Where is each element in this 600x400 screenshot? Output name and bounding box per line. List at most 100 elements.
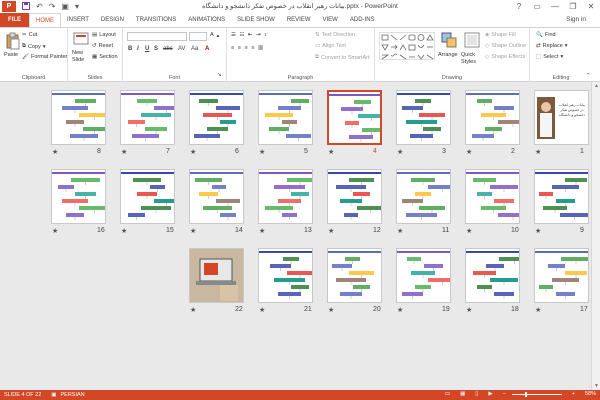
slide-thumbnail-9[interactable]: [534, 169, 589, 224]
replace-button[interactable]: ⇄ Replace ▾: [536, 43, 568, 49]
zoom-slider-knob[interactable]: [524, 391, 527, 397]
slide-thumbnail-21[interactable]: [258, 248, 313, 303]
animation-star-icon[interactable]: ★: [535, 148, 541, 156]
bullets-icon[interactable]: ☰ ☷ ⇤ ⇥ ↕: [231, 32, 268, 38]
animation-star-icon[interactable]: ★: [121, 148, 127, 156]
change-case-button[interactable]: Aa: [191, 45, 198, 53]
shapes-gallery[interactable]: [379, 32, 435, 60]
convert-smartart-button[interactable]: ⧉ Convert to SmartArt: [315, 54, 370, 61]
animation-star-icon[interactable]: ★: [466, 227, 472, 235]
help-button[interactable]: ?: [510, 0, 528, 12]
slide-thumbnail-7[interactable]: [120, 90, 175, 145]
tab-insert[interactable]: INSERT: [61, 13, 95, 27]
animation-star-icon[interactable]: ★: [535, 306, 541, 314]
tab-design[interactable]: DESIGN: [95, 13, 130, 27]
strikethrough-button[interactable]: abc: [163, 45, 173, 53]
zoom-slider[interactable]: [511, 391, 562, 397]
animation-star-icon[interactable]: ★: [259, 148, 265, 156]
animation-star-icon[interactable]: ★: [328, 148, 334, 156]
slide-thumbnail-12[interactable]: [327, 169, 382, 224]
layout-button[interactable]: ▤ Layout: [92, 32, 116, 38]
animation-star-icon[interactable]: ★: [259, 227, 265, 235]
reset-button[interactable]: ↺ Reset: [92, 43, 113, 49]
select-button[interactable]: ⬚ Select ▾: [536, 54, 563, 60]
animation-star-icon[interactable]: ★: [397, 227, 403, 235]
ribbon-display-options-icon[interactable]: ▭: [528, 0, 546, 12]
animation-star-icon[interactable]: ★: [190, 148, 196, 156]
align-text-button[interactable]: ▭ Align Text: [315, 43, 346, 49]
slide-thumbnail-18[interactable]: [465, 248, 520, 303]
bold-button[interactable]: B: [128, 45, 132, 53]
slide-thumbnail-15[interactable]: [120, 169, 175, 224]
quick-styles-icon[interactable]: [464, 32, 480, 48]
shadow-button[interactable]: S: [154, 45, 158, 53]
cut-button[interactable]: ✂ Cut: [22, 32, 37, 38]
vertical-scrollbar[interactable]: ▲ ▼: [591, 82, 600, 390]
normal-view-icon[interactable]: ▭: [445, 391, 450, 397]
slide-thumbnail-5[interactable]: [258, 90, 313, 145]
tab-transitions[interactable]: TRANSITIONS: [130, 13, 182, 27]
animation-star-icon[interactable]: ★: [190, 306, 196, 314]
text-direction-button[interactable]: ⇅ Text Direction: [315, 32, 355, 38]
zoom-level[interactable]: 58%: [585, 391, 596, 397]
animation-star-icon[interactable]: ★: [328, 227, 334, 235]
animation-star-icon[interactable]: ★: [397, 306, 403, 314]
animation-star-icon[interactable]: ★: [121, 227, 127, 235]
tab-add-ins[interactable]: ADD-INS: [344, 13, 381, 27]
animation-star-icon[interactable]: ★: [52, 227, 58, 235]
tab-slide-show[interactable]: SLIDE SHOW: [231, 13, 281, 27]
animation-star-icon[interactable]: ★: [466, 148, 472, 156]
slide-thumbnail-11[interactable]: [396, 169, 451, 224]
grow-font-icon[interactable]: A ▲: [210, 32, 220, 38]
italic-button[interactable]: I: [137, 45, 139, 53]
slide-thumbnail-6[interactable]: [189, 90, 244, 145]
scroll-up-icon[interactable]: ▲: [592, 82, 600, 90]
slide-thumbnail-14[interactable]: [189, 169, 244, 224]
slide-thumbnail-4[interactable]: [327, 90, 382, 145]
animation-star-icon[interactable]: ★: [466, 306, 472, 314]
minimize-button[interactable]: —: [546, 0, 564, 12]
copy-button[interactable]: ⧉ Copy ▾: [22, 43, 46, 50]
slide-thumbnail-16[interactable]: [51, 169, 106, 224]
shape-outline-button[interactable]: ◇ Shape Outline: [485, 43, 526, 49]
slide-thumbnail-2[interactable]: [465, 90, 520, 145]
slide-thumbnail-22[interactable]: [189, 248, 244, 303]
slide-show-icon[interactable]: ▶: [488, 391, 492, 397]
language-status[interactable]: PERSIAN: [61, 392, 85, 398]
section-button[interactable]: ▦ Section: [92, 54, 118, 60]
find-button[interactable]: 🔍 Find: [536, 32, 556, 38]
font-size-input[interactable]: [189, 32, 207, 41]
animation-star-icon[interactable]: ★: [52, 148, 58, 156]
animation-star-icon[interactable]: ★: [535, 227, 541, 235]
paste-button[interactable]: Paste: [4, 52, 18, 58]
new-slide-button[interactable]: New Slide: [72, 50, 94, 64]
slide-thumbnail-10[interactable]: [465, 169, 520, 224]
reading-view-icon[interactable]: ▯: [475, 391, 478, 397]
underline-button[interactable]: U: [145, 45, 149, 53]
tab-home[interactable]: HOME: [29, 13, 61, 27]
font-name-input[interactable]: [127, 32, 187, 41]
paste-icon[interactable]: [5, 32, 21, 50]
animation-star-icon[interactable]: ★: [259, 306, 265, 314]
restore-button[interactable]: ❐: [564, 0, 582, 12]
tab-view[interactable]: VIEW: [317, 13, 344, 27]
sign-in-link[interactable]: Sign in: [566, 16, 586, 23]
tab-review[interactable]: REVIEW: [281, 13, 317, 27]
zoom-out-button[interactable]: −: [503, 391, 506, 397]
slide-thumbnail-19[interactable]: [396, 248, 451, 303]
slide-sorter-icon[interactable]: ▦: [460, 391, 465, 397]
tab-animations[interactable]: ANIMATIONS: [182, 13, 231, 27]
slide-thumbnail-20[interactable]: [327, 248, 382, 303]
font-color-button[interactable]: A: [205, 45, 209, 53]
slide-thumbnail-17[interactable]: [534, 248, 589, 303]
zoom-in-button[interactable]: +: [572, 391, 575, 397]
animation-star-icon[interactable]: ★: [190, 227, 196, 235]
scroll-down-icon[interactable]: ▼: [592, 382, 600, 390]
collapse-ribbon-icon[interactable]: ⌃: [586, 73, 591, 79]
close-button[interactable]: ✕: [582, 0, 600, 12]
arrange-button[interactable]: Arrange: [438, 52, 458, 58]
animation-star-icon[interactable]: ★: [328, 306, 334, 314]
shape-effects-button[interactable]: ◇ Shape Effects: [485, 54, 525, 60]
shape-fill-button[interactable]: ◈ Shape Fill: [485, 32, 516, 38]
arrange-icon[interactable]: [441, 32, 457, 48]
